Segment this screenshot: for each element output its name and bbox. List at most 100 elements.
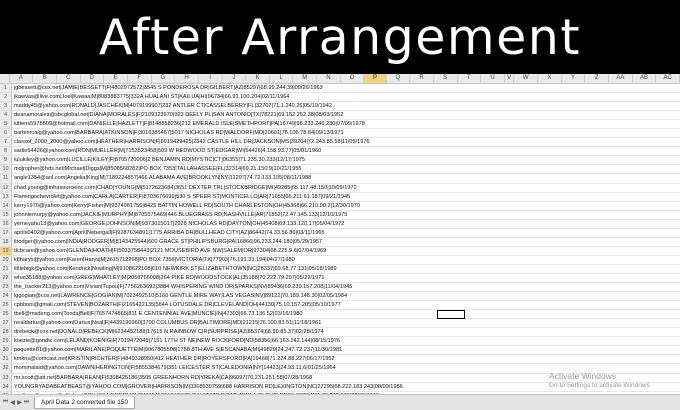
- column-header-q[interactable]: Q: [387, 74, 411, 83]
- row-number[interactable]: 13: [0, 192, 12, 202]
- row-data-cell[interactable]: poquette81@yahoo.com|MARILANE|POQUETTE|M…: [12, 346, 680, 356]
- column-header-e[interactable]: E: [104, 74, 128, 83]
- row-number[interactable]: 21: [0, 264, 12, 274]
- row-number[interactable]: 4: [0, 111, 12, 121]
- row-number[interactable]: 14: [0, 201, 12, 211]
- next-sheet-icon[interactable]: ▶: [16, 399, 23, 406]
- row-data-cell[interactable]: sadie54426@yahoo.com|RON|MUELLER|M|71535…: [12, 147, 680, 157]
- row-data-cell[interactable]: kerry1970@yahoo.com|Kerry|Fisher|M|93740…: [12, 202, 680, 211]
- row-number[interactable]: 3: [0, 102, 12, 112]
- row-number[interactable]: 2: [0, 93, 12, 103]
- select-all-corner[interactable]: [0, 74, 10, 83]
- row-data-cell[interactable]: the_tracker213@yahoo.com|Vivian|Tupou|F|…: [12, 283, 680, 293]
- row-data-cell[interactable]: ilrodger@yahoo.com|INDIA|RODGER|M|814342…: [12, 238, 680, 247]
- column-header-aa[interactable]: AA: [609, 74, 633, 83]
- row-number[interactable]: 17: [0, 228, 12, 238]
- column-header-i[interactable]: I: [199, 74, 223, 83]
- row-data-cell[interactable]: lulukiley@yahoo.com|LUCILLE|KILEY|F|8705…: [12, 156, 680, 166]
- column-header-f[interactable]: F: [128, 74, 152, 83]
- column-header-g[interactable]: G: [152, 74, 176, 83]
- column-header-y[interactable]: Y: [562, 74, 586, 83]
- row-number[interactable]: 33: [0, 373, 12, 383]
- row-data-cell[interactable]: deanamorales@sbcglobal.net|DIANA|MORALES…: [12, 111, 680, 121]
- prev-sheet-icon[interactable]: ◀: [9, 399, 16, 406]
- row-data-cell[interactable]: cpbboni@gmail.com|STEVEN|BOZARTH|F|21654…: [12, 301, 680, 311]
- row-number[interactable]: 16: [0, 219, 12, 229]
- column-header-v[interactable]: V: [505, 74, 515, 83]
- row-number[interactable]: 29: [0, 337, 12, 347]
- column-header-s[interactable]: S: [434, 74, 458, 83]
- row-number[interactable]: 25: [0, 301, 12, 311]
- column-header-w[interactable]: W: [514, 74, 539, 83]
- row-number[interactable]: 28: [0, 328, 12, 338]
- row-number[interactable]: 22: [0, 273, 12, 284]
- row-data-cell[interactable]: drebeck@cox.net|DONALD|REBECK|M|62344521…: [12, 328, 680, 338]
- column-header-k[interactable]: K: [246, 74, 270, 83]
- column-header-n[interactable]: N: [317, 74, 341, 83]
- row-number[interactable]: 34: [0, 382, 12, 392]
- row-data-cell[interactable]: chad.young@infrasourceinc.com|CHAD|YOUNG…: [12, 184, 680, 193]
- column-header-m[interactable]: M: [293, 74, 318, 83]
- row-data-cell[interactable]: classof_2000_2000@yahoo.com|HEATHER|HARR…: [12, 138, 680, 148]
- column-header-j[interactable]: J: [223, 74, 247, 83]
- row-data-cell[interactable]: kmkris@comcast.net|KRISTIN|RICHTER|F|484…: [12, 355, 680, 365]
- column-header-l[interactable]: L: [270, 74, 294, 83]
- row-data-cell[interactable]: johnniemurpy@yahoo.com|JACKIE|MURPHY|M|8…: [12, 211, 680, 220]
- row-data-cell[interactable]: koezie@gondtc.com|LELAND|KOENIG|F|701947…: [12, 337, 680, 347]
- column-header-b[interactable]: B: [33, 74, 57, 83]
- column-header-d[interactable]: D: [81, 74, 105, 83]
- row-number[interactable]: 6: [0, 129, 12, 139]
- row-data-cell[interactable]: maddy45@yahoo.com|RONALD|JASCHEK|M|40791…: [12, 102, 680, 112]
- row-number[interactable]: 15: [0, 210, 12, 220]
- row-data-cell[interactable]: Flamingochevrolet@yahoo.com|CARLA|CARTER…: [12, 193, 680, 202]
- column-header-a[interactable]: A: [10, 74, 34, 83]
- row-number[interactable]: 11: [0, 174, 12, 184]
- row-number[interactable]: 8: [0, 147, 12, 157]
- row-number[interactable]: 19: [0, 246, 12, 256]
- row-number[interactable]: 12: [0, 183, 12, 193]
- row-number[interactable]: 27: [0, 319, 12, 329]
- first-sheet-icon[interactable]: ⏮: [2, 399, 9, 406]
- row-number[interactable]: 31: [0, 355, 12, 365]
- row-data-cell[interactable]: what35188@yahoo.com|GREG|WHATLEY|M|20587…: [12, 274, 680, 284]
- row-data-cell[interactable]: barbinrcaig@yahoo.com|BARBARA|ATKINSON|F…: [12, 129, 680, 139]
- row-data-cell[interactable]: littlebigk@yahoo.com|Kendrick|Nowling|M|…: [12, 265, 680, 274]
- active-cell-selection[interactable]: [437, 310, 465, 319]
- row-number[interactable]: 24: [0, 292, 12, 302]
- row-number[interactable]: 23: [0, 283, 12, 293]
- column-header-ac[interactable]: AC: [656, 74, 680, 83]
- row-data-cell[interactable]: kittens5978809@hotmail.com|DANIELLE|HAZL…: [12, 120, 680, 130]
- row-data-cell[interactable]: tbell@msdeng.com|Tonda|Bell|F|7657474865…: [12, 310, 680, 320]
- last-sheet-icon[interactable]: ⏭: [23, 399, 30, 406]
- row-number[interactable]: 18: [0, 237, 12, 247]
- row-number[interactable]: 1: [0, 84, 12, 94]
- row-number[interactable]: 30: [0, 346, 12, 356]
- column-header-o[interactable]: O: [341, 74, 365, 83]
- row-data-cell[interactable]: k8harys@yahoo.com|Karen|Harys|M|36157122…: [12, 256, 680, 265]
- row-data-cell[interactable]: aprils0402@yahoo.com|April|Nebergall|F|9…: [12, 229, 680, 238]
- row-data-cell[interactable]: angle1354@aol.com|Angelia|King|M|7189224…: [12, 174, 680, 184]
- row-number[interactable]: 5: [0, 120, 12, 130]
- row-number[interactable]: 10: [0, 165, 12, 175]
- column-header-h[interactable]: H: [175, 74, 199, 83]
- row-data-cell[interactable]: jgbessett@cox.net|JAMIE|BESSETT|F|480297…: [12, 84, 680, 94]
- column-header-u[interactable]: U: [481, 74, 505, 83]
- spreadsheet-grid[interactable]: A B C D E F G H I J K L M N O P Q R S T U V W X Y Z AA AB AC 1 jgbess…: [0, 74, 680, 410]
- column-header-c[interactable]: C: [57, 74, 81, 83]
- row-data-cell[interactable]: lggogian@cox.net|LAWRENCE|GOGIAN|M|70234…: [12, 292, 680, 302]
- row-data-cell[interactable]: jkawvas@live.com|Joel|Kawaa|M|8083883775…: [12, 93, 680, 103]
- column-header-ab[interactable]: AB: [633, 74, 657, 83]
- row-data-cell[interactable]: yerneyahu13@yahoo.com|GEORGE|JOHNSON|M|9…: [12, 220, 680, 229]
- sheet-tab[interactable]: April Data 2 converted file 150: [34, 396, 136, 409]
- column-header-t[interactable]: T: [458, 74, 482, 83]
- column-header-z[interactable]: Z: [585, 74, 610, 83]
- column-header-p[interactable]: P: [364, 74, 387, 83]
- row-data-cell[interactable]: mdjropher@hds.net|Michael|Diggs|M|850856…: [12, 165, 680, 175]
- column-header-r[interactable]: R: [410, 74, 434, 83]
- row-number[interactable]: 20: [0, 255, 12, 265]
- column-header-x[interactable]: X: [538, 74, 562, 83]
- row-number[interactable]: 26: [0, 310, 12, 320]
- row-data-cell[interactable]: dcbcare@yahoo.com|GLENDA|HOATH|F|5033758…: [12, 247, 680, 256]
- row-number[interactable]: 9: [0, 156, 12, 166]
- row-data-cell[interactable]: nealdarius@yahoo.com|Darius|Neal|F|44391…: [12, 319, 680, 329]
